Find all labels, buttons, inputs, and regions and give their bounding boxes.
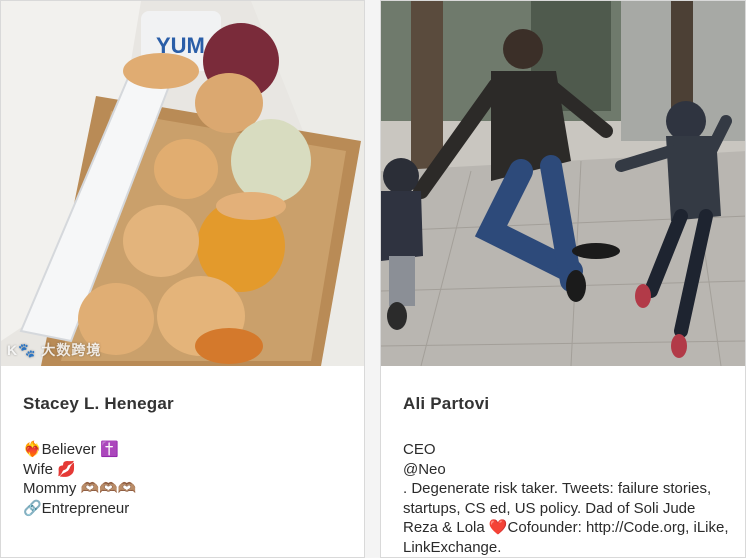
bio-line: CEO bbox=[403, 441, 436, 458]
profile-card[interactable]: YUM K🐾 大数跨境 Stacey L. Henegar bbox=[0, 0, 365, 558]
bio-line: Mommy 🫶🏽🫶🏽🫶🏽 bbox=[23, 480, 137, 497]
bio-line: 🔗Entrepreneur bbox=[23, 499, 130, 517]
card-body: Ali Partovi CEO @Neo . Degenerate risk t… bbox=[403, 366, 729, 557]
profile-photo[interactable] bbox=[381, 1, 745, 366]
bio-line: ❤️‍🔥Believer ✝️ bbox=[23, 441, 119, 458]
bio-paragraph: . Degenerate risk taker. Tweets: failure… bbox=[403, 480, 729, 556]
profile-photo[interactable]: YUM K🐾 大数跨境 bbox=[1, 1, 364, 366]
profile-bio: ❤️‍🔥Believer ✝️ Wife 💋 Mommy 🫶🏽🫶🏽🫶🏽 🔗Ent… bbox=[23, 440, 348, 518]
bio-line: Wife 💋 bbox=[23, 460, 76, 478]
street-jump-kick-image bbox=[381, 1, 745, 366]
baby-food-box-image: YUM bbox=[1, 1, 364, 366]
watermark-text: K🐾 大数跨境 bbox=[7, 342, 102, 358]
profile-name[interactable]: Stacey L. Henegar bbox=[23, 394, 348, 414]
profile-bio: CEO @Neo . Degenerate risk taker. Tweets… bbox=[403, 440, 729, 557]
profile-card-grid: YUM K🐾 大数跨境 Stacey L. Henegar bbox=[0, 0, 746, 558]
card-body: Stacey L. Henegar ❤️‍🔥Believer ✝️ Wife 💋… bbox=[23, 366, 348, 557]
profile-card[interactable]: Ali Partovi CEO @Neo . Degenerate risk t… bbox=[380, 0, 746, 558]
profile-name[interactable]: Ali Partovi bbox=[403, 394, 729, 414]
bio-line[interactable]: @Neo bbox=[403, 460, 729, 480]
